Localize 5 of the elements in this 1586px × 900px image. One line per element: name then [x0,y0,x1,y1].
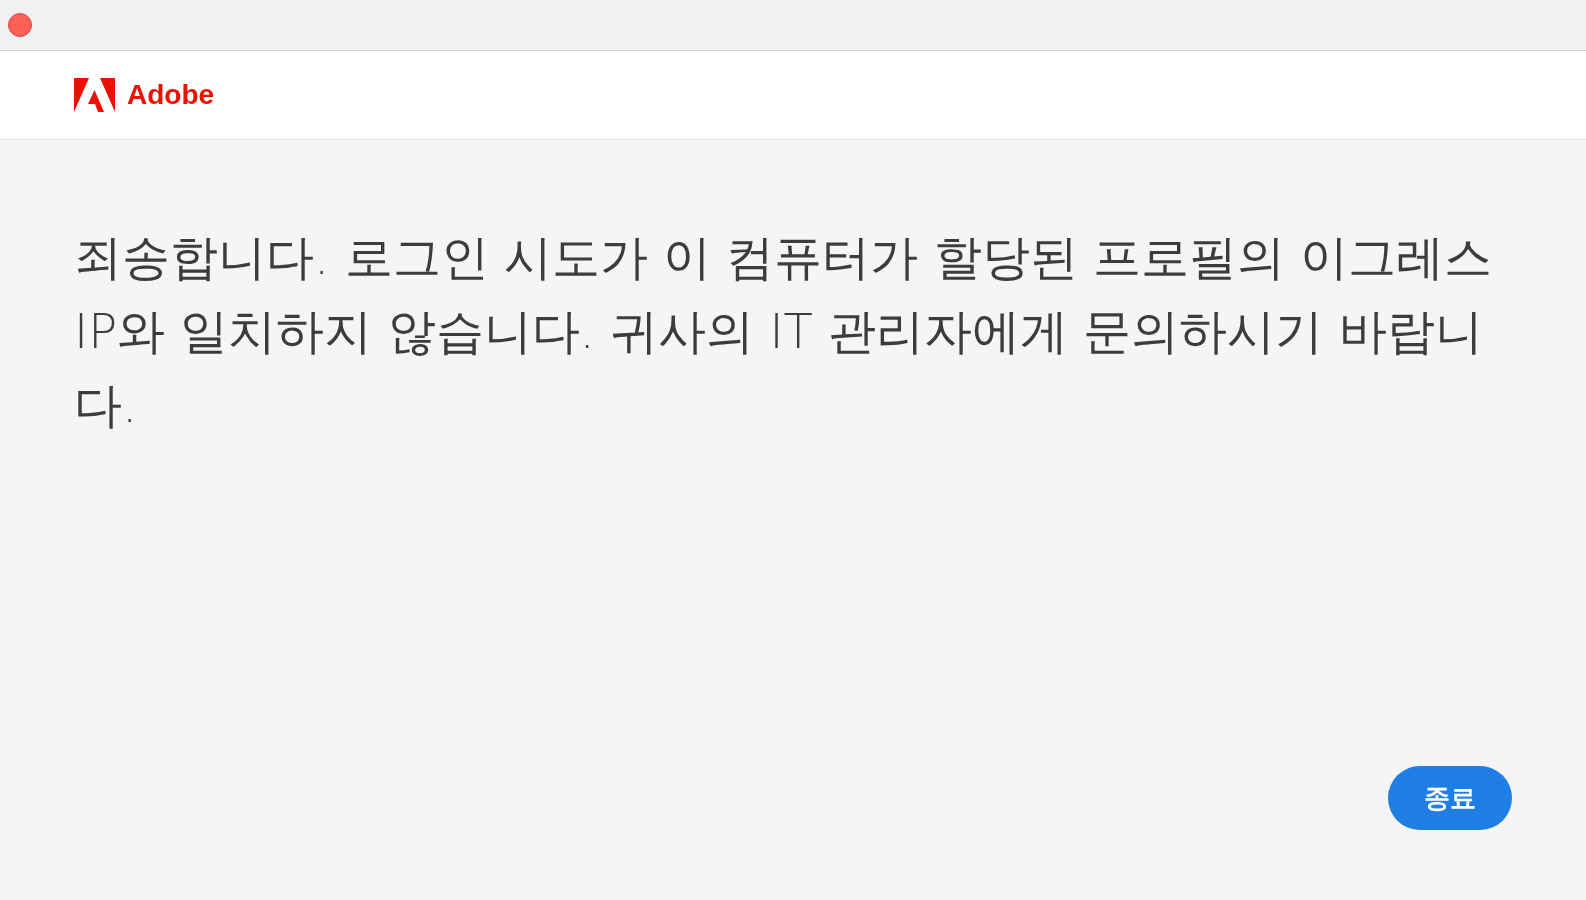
quit-button[interactable]: 종료 [1388,766,1512,830]
close-button[interactable] [8,13,32,37]
brand-name: Adobe [127,79,215,111]
error-message: 죄송합니다. 로그인 시도가 이 컴퓨터가 할당된 프로필의 이그레스 IP와 일치하지 않습니다. 귀사의 IT 관리자에게 문의하시기 바랍니다. [74,228,1494,435]
logo-icon [74,78,115,112]
